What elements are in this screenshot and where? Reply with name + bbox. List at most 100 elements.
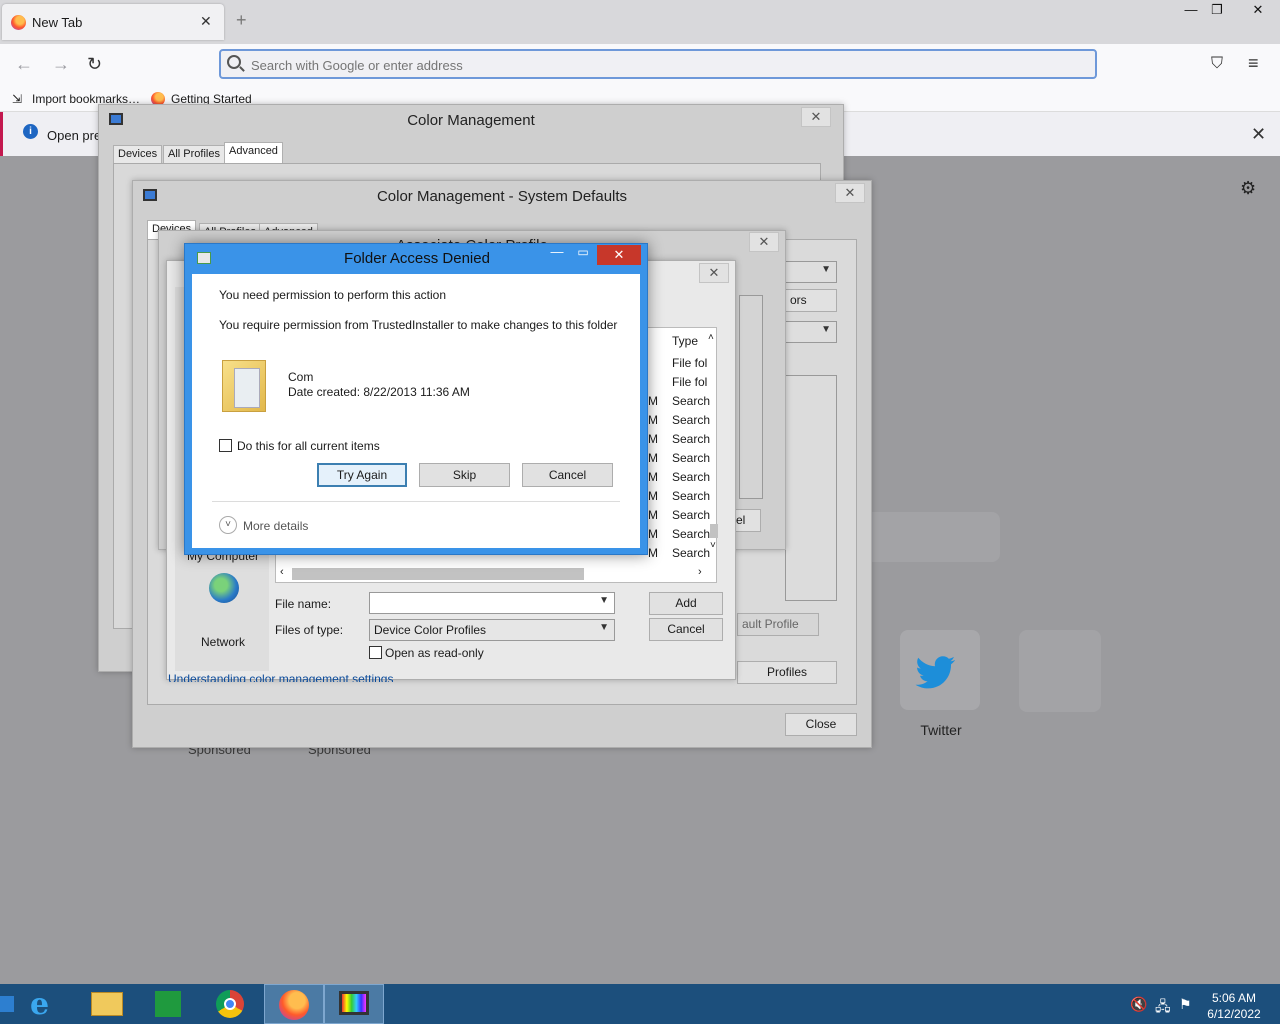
search-icon <box>227 55 241 69</box>
files-of-type-select[interactable]: Device Color Profiles ▼ <box>369 619 615 641</box>
clock[interactable]: 5:06 AM 6/12/2022 <box>1196 990 1272 1022</box>
twitter-icon <box>915 656 955 689</box>
date-fragment: M <box>648 470 658 484</box>
action-center-icon[interactable]: ⚑ <box>1179 996 1192 1013</box>
tab-strip: New Tab ✕ + — ❐ ✕ <box>0 0 1280 44</box>
tab-close-icon[interactable]: ✕ <box>200 13 212 30</box>
scroll-left-icon[interactable]: ‹ <box>280 566 284 578</box>
close-window-button[interactable]: ✕ <box>1238 0 1278 20</box>
close-icon[interactable]: ✕ <box>835 183 865 203</box>
skip-button[interactable]: Skip <box>419 463 510 487</box>
network-icon[interactable]: 🖧 <box>1155 996 1171 1020</box>
profiles-button[interactable]: Profiles <box>737 661 837 684</box>
read-only-checkbox[interactable] <box>369 646 382 659</box>
profile-list <box>785 375 837 601</box>
places-network[interactable]: Network <box>201 635 245 649</box>
reload-icon[interactable]: ↻ <box>87 54 102 75</box>
tab-title: New Tab <box>32 15 83 30</box>
type-cell: Search <box>672 394 711 408</box>
type-column: File fol File fol M Search M Search M Searc… <box>648 356 712 566</box>
scrollbar-thumb[interactable] <box>292 568 584 580</box>
cancel-button[interactable]: Cancel <box>522 463 613 487</box>
chevron-down-icon[interactable]: ˅ <box>219 516 237 534</box>
list-box <box>739 295 763 499</box>
date-fragment: M <box>648 508 658 522</box>
monitor-icon <box>339 991 369 1015</box>
date-fragment: M <box>648 527 658 541</box>
file-name-input[interactable]: ▼ <box>369 592 615 614</box>
date-fragment: M <box>648 489 658 503</box>
menu-icon[interactable]: ≡ <box>1248 53 1259 74</box>
files-of-type-value: Device Color Profiles <box>374 623 487 637</box>
type-cell: Search <box>672 489 711 503</box>
network-icon[interactable] <box>209 573 239 603</box>
date-created: Date created: 8/22/2013 11:36 AM <box>288 385 470 399</box>
url-input[interactable] <box>251 55 1051 75</box>
speaker-muted-icon[interactable]: 🔇 <box>1130 996 1147 1013</box>
type-cell: Search <box>672 470 711 484</box>
date-fragment: M <box>648 413 658 427</box>
taskbar-internet-explorer[interactable]: e <box>16 984 76 1024</box>
close-icon[interactable]: ✕ <box>801 107 831 127</box>
device-combo[interactable]: ▼ <box>785 261 837 283</box>
close-icon[interactable]: ✕ <box>749 232 779 252</box>
partial-button[interactable]: ors <box>785 289 837 312</box>
restore-button[interactable]: ❐ <box>1200 0 1234 20</box>
search-box-shadow <box>860 512 1000 562</box>
profile-combo[interactable]: ▼ <box>785 321 837 343</box>
taskbar: e 🔇 🖧 ⚑ <box>0 984 1280 1024</box>
apply-all-checkbox[interactable] <box>219 439 232 452</box>
tab-all-profiles[interactable]: All Profiles <box>163 145 225 165</box>
cancel-button[interactable]: Cancel <box>649 618 723 641</box>
type-cell: Search <box>672 546 711 560</box>
info-icon: i <box>23 124 38 139</box>
gear-icon[interactable]: ⚙ <box>1240 178 1256 199</box>
start-button[interactable] <box>0 996 14 1012</box>
file-name-label: File name: <box>275 597 332 611</box>
folder-access-denied-dialog: Folder Access Denied — ▭ ✕ You need perm… <box>184 243 648 555</box>
back-icon[interactable]: ← <box>15 54 33 75</box>
folder-icon <box>220 354 268 414</box>
taskbar-color-management[interactable] <box>324 984 384 1024</box>
vertical-scrollbar-thumb[interactable] <box>710 524 718 538</box>
new-tab-button[interactable]: + <box>236 10 247 31</box>
taskbar-store[interactable] <box>138 984 198 1024</box>
tab-advanced[interactable]: Advanced <box>224 142 283 165</box>
type-cell: Search <box>672 508 711 522</box>
maximize-icon[interactable]: ▭ <box>573 245 593 259</box>
scroll-down-icon[interactable]: ˅ <box>710 540 716 551</box>
tab-new-tab[interactable]: New Tab ✕ <box>2 4 224 40</box>
close-button[interactable]: Close <box>785 713 857 736</box>
try-again-button[interactable]: Try Again <box>317 463 407 487</box>
column-type[interactable]: Type <box>672 334 698 348</box>
apply-all-label: Do this for all current items <box>237 439 380 453</box>
minimize-icon[interactable]: — <box>547 244 567 259</box>
taskbar-chrome[interactable] <box>200 984 260 1024</box>
horizontal-scrollbar[interactable]: ‹ › <box>280 566 710 582</box>
forward-icon[interactable]: → <box>52 54 70 75</box>
partial-button[interactable]: el <box>733 509 761 532</box>
scroll-up-icon[interactable]: ˄ <box>708 332 714 343</box>
url-bar[interactable] <box>219 49 1097 79</box>
taskbar-file-explorer[interactable] <box>76 984 136 1024</box>
type-cell: File fol <box>672 356 708 370</box>
close-button[interactable]: ✕ <box>597 245 641 265</box>
permission-message: You require permission from TrustedInsta… <box>219 318 618 332</box>
firefox-icon <box>11 15 26 30</box>
pocket-icon[interactable]: ⛉ <box>1211 55 1223 73</box>
chrome-icon <box>216 990 244 1018</box>
taskbar-firefox[interactable] <box>264 984 324 1024</box>
default-profile-button[interactable]: ault Profile <box>737 613 819 636</box>
understanding-color-link[interactable]: Understanding color management settings <box>168 672 393 682</box>
close-icon[interactable]: ✕ <box>699 263 729 283</box>
type-cell: Search <box>672 451 711 465</box>
shortcut-empty[interactable] <box>1019 630 1101 712</box>
notification-close-icon[interactable]: ✕ <box>1251 124 1266 145</box>
shortcut-twitter[interactable] <box>900 630 980 710</box>
more-details-link[interactable]: More details <box>243 519 308 533</box>
window-title: Color Management <box>407 112 535 129</box>
tab-devices[interactable]: Devices <box>113 145 163 165</box>
window-title: Color Management - System Defaults <box>376 188 628 205</box>
add-button[interactable]: Add <box>649 592 723 615</box>
scroll-right-icon[interactable]: › <box>698 566 702 578</box>
